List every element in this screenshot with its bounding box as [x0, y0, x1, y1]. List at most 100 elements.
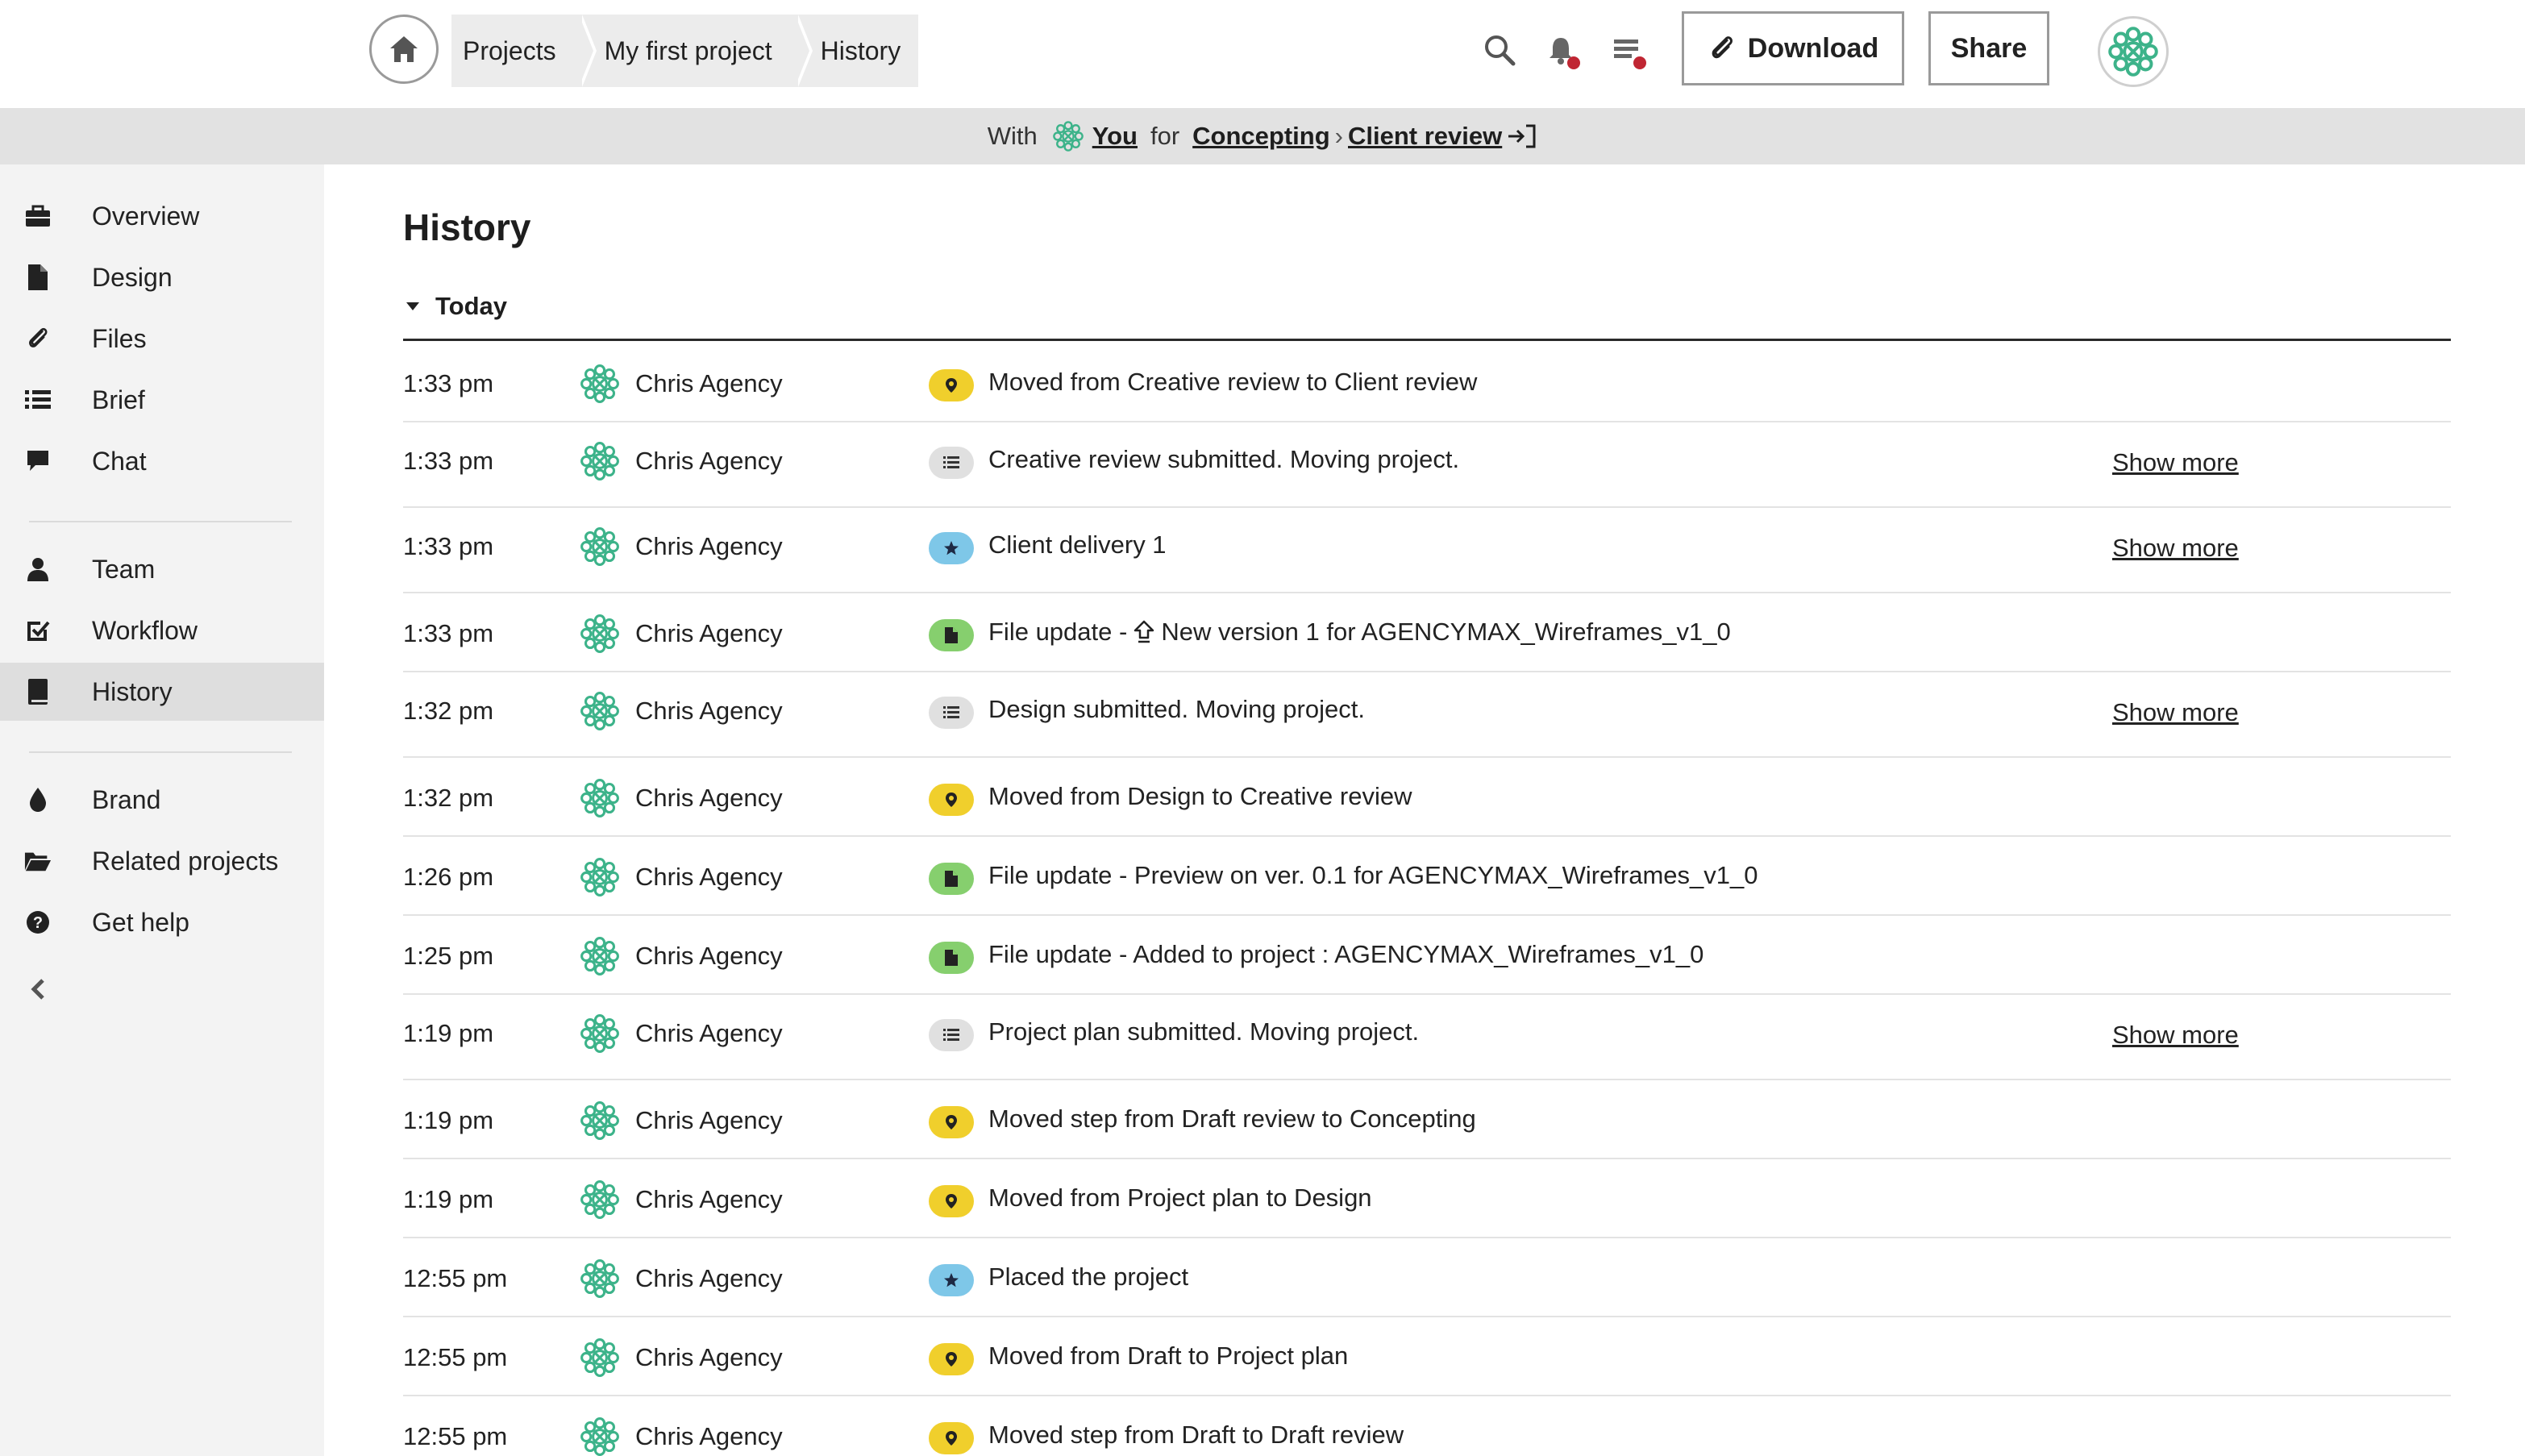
- breadcrumb: Projects My first project History: [451, 15, 919, 87]
- event-message: Moved step from Draft review to Concepti…: [988, 1104, 1476, 1133]
- show-more-link[interactable]: Show more: [2112, 534, 2239, 563]
- sidebar-item-design[interactable]: Design: [0, 248, 324, 306]
- history-row: 1:32 pm Chris Agency Moved from Design to …: [403, 758, 2451, 837]
- event-user[interactable]: Chris Agency: [577, 361, 783, 406]
- event-user[interactable]: Chris Agency: [577, 1098, 783, 1143]
- event-message: Moved from Design to Creative review: [988, 782, 1412, 810]
- chevron-left-icon: [31, 979, 44, 1000]
- briefcase-icon: [24, 202, 52, 230]
- home-icon: [390, 36, 418, 62]
- event-description: Creative review submitted. Moving projec…: [988, 445, 1459, 474]
- event-description: File update - Preview on ver. 0.1 for AG…: [988, 861, 1758, 890]
- event-user-name: Chris Agency: [635, 942, 783, 970]
- user-avatar-icon: [577, 361, 622, 406]
- collapse-sidebar-button[interactable]: [24, 976, 52, 1003]
- event-time: 1:26 pm: [403, 863, 494, 891]
- history-row: 12:55 pm Chris Agency Moved step from Draf…: [403, 1396, 2451, 1456]
- event-user[interactable]: Chris Agency: [577, 934, 783, 979]
- sidebar-item-related-projects[interactable]: Related projects: [0, 832, 324, 890]
- event-user[interactable]: Chris Agency: [577, 1011, 783, 1056]
- download-button[interactable]: Download: [1682, 11, 1904, 85]
- home-button[interactable]: [369, 15, 439, 84]
- workflow-status-bar: With You for Concepting › Client review: [0, 108, 2525, 164]
- location-pin-icon: [929, 1343, 974, 1375]
- event-message: Moved from Draft to Project plan: [988, 1342, 1349, 1370]
- show-more-link[interactable]: Show more: [2112, 448, 2239, 477]
- event-user[interactable]: Chris Agency: [577, 611, 783, 656]
- history-row: 1:19 pm Chris Agency Moved step from Draft…: [403, 1080, 2451, 1159]
- sidebar-item-files[interactable]: Files: [0, 310, 324, 368]
- history-row: 1:19 pm Chris Agency Moved from Project pl…: [403, 1159, 2451, 1238]
- breadcrumb-project[interactable]: My first project: [578, 15, 813, 87]
- sidebar-item-label: Files: [92, 323, 147, 353]
- share-button[interactable]: Share: [1928, 11, 2049, 85]
- document-icon: [929, 942, 974, 974]
- event-user[interactable]: Chris Agency: [577, 688, 783, 734]
- user-avatar-icon: [577, 1011, 622, 1056]
- caret-down-icon: [406, 302, 419, 310]
- status-user-link[interactable]: You: [1092, 122, 1138, 151]
- event-user[interactable]: Chris Agency: [577, 524, 783, 569]
- event-user[interactable]: Chris Agency: [577, 1414, 783, 1456]
- user-avatar-icon: [577, 688, 622, 734]
- event-time: 1:33 pm: [403, 619, 494, 647]
- star-icon: [929, 532, 974, 564]
- sidebar-item-brief[interactable]: Brief: [0, 371, 324, 429]
- svg-text:?: ?: [33, 914, 43, 932]
- download-label: Download: [1747, 32, 1879, 64]
- notifications-button[interactable]: [1541, 31, 1580, 69]
- sidebar-item-label: Workflow: [92, 615, 198, 645]
- event-time: 12:55 pm: [403, 1264, 508, 1292]
- book-icon: [24, 678, 52, 705]
- event-user[interactable]: Chris Agency: [577, 439, 783, 484]
- document-icon: [929, 863, 974, 895]
- user-avatar-icon: [577, 776, 622, 821]
- sidebar-item-get-help[interactable]: ? Get help: [0, 893, 324, 951]
- event-description: Design submitted. Moving project.: [988, 695, 1365, 724]
- event-time: 12:55 pm: [403, 1343, 508, 1371]
- list-icon: [929, 697, 974, 729]
- user-avatar-icon: [577, 524, 622, 569]
- event-user-name: Chris Agency: [635, 447, 783, 475]
- status-for-label: for: [1150, 122, 1180, 150]
- event-user-name: Chris Agency: [635, 619, 783, 647]
- sidebar-item-label: Design: [92, 262, 173, 292]
- event-message: Placed the project: [988, 1263, 1189, 1291]
- sidebar-item-label: Overview: [92, 201, 200, 231]
- event-user[interactable]: Chris Agency: [577, 1256, 783, 1301]
- show-more-link[interactable]: Show more: [2112, 1021, 2239, 1050]
- sidebar-item-label: Get help: [92, 907, 189, 937]
- share-label: Share: [1950, 32, 2028, 64]
- user-avatar[interactable]: [2098, 16, 2169, 87]
- sidebar-item-team[interactable]: Team: [0, 540, 324, 598]
- sidebar-item-overview[interactable]: Overview: [0, 187, 324, 245]
- sidebar-item-label: History: [92, 676, 173, 706]
- event-user[interactable]: Chris Agency: [577, 1177, 783, 1222]
- event-user[interactable]: Chris Agency: [577, 1335, 783, 1380]
- tasks-button[interactable]: [1608, 31, 1646, 69]
- search-button[interactable]: [1480, 31, 1519, 69]
- event-message: File update - Added to project : AGENCYM…: [988, 940, 1704, 968]
- event-user[interactable]: Chris Agency: [577, 855, 783, 900]
- history-row: 1:33 pm Chris Agency Client delivery 1 Show…: [403, 508, 2451, 593]
- status-step-link[interactable]: Client review: [1348, 122, 1502, 151]
- event-user[interactable]: Chris Agency: [577, 776, 783, 821]
- breadcrumb-projects[interactable]: Projects: [451, 15, 597, 87]
- paperclip-icon: [24, 325, 52, 352]
- sidebar-item-chat[interactable]: Chat: [0, 432, 324, 490]
- sidebar-item-workflow[interactable]: Workflow: [0, 601, 324, 659]
- folder-open-icon: [24, 847, 52, 875]
- event-description: Project plan submitted. Moving project.: [988, 1017, 1419, 1046]
- notification-dot: [1567, 56, 1580, 69]
- show-more-link[interactable]: Show more: [2112, 698, 2239, 727]
- chevron-right-icon: ›: [1334, 122, 1343, 150]
- event-time: 1:19 pm: [403, 1185, 494, 1213]
- event-user-name: Chris Agency: [635, 369, 783, 397]
- status-phase-link[interactable]: Concepting: [1192, 122, 1330, 151]
- group-toggle-today[interactable]: Today: [403, 292, 507, 321]
- event-user-name: Chris Agency: [635, 784, 783, 812]
- event-description: Moved from Creative review to Client rev…: [988, 368, 1477, 397]
- sidebar-item-brand[interactable]: Brand: [0, 771, 324, 829]
- sidebar-item-history[interactable]: History: [0, 663, 324, 721]
- sidebar-item-label: Team: [92, 554, 156, 584]
